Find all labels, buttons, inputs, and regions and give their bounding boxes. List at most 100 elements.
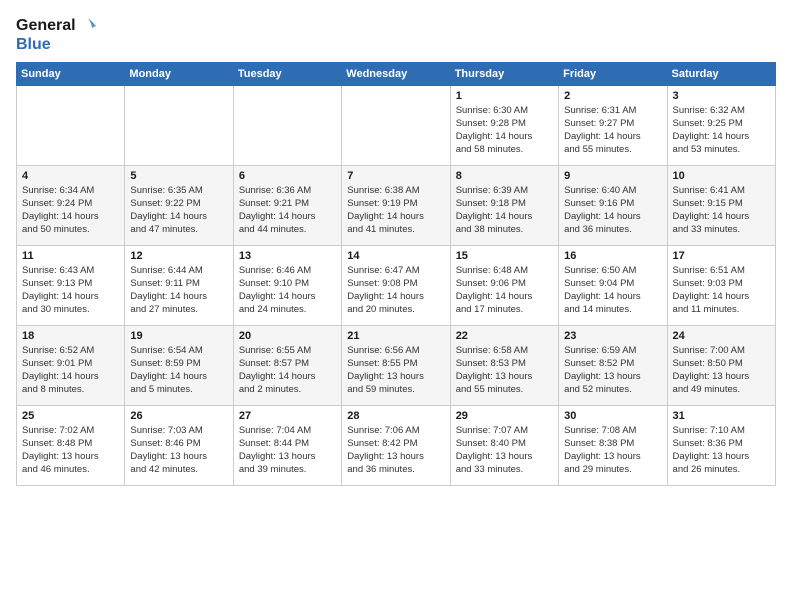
day-info: Sunrise: 6:43 AM Sunset: 9:13 PM Dayligh… [22, 264, 119, 317]
day-info: Sunrise: 6:48 AM Sunset: 9:06 PM Dayligh… [456, 264, 553, 317]
day-number: 6 [239, 170, 336, 182]
day-number: 17 [673, 250, 770, 262]
day-info: Sunrise: 6:32 AM Sunset: 9:25 PM Dayligh… [673, 104, 770, 157]
calendar-table: SundayMondayTuesdayWednesdayThursdayFrid… [16, 62, 776, 486]
day-number: 25 [22, 410, 119, 422]
calendar-cell: 20Sunrise: 6:55 AM Sunset: 8:57 PM Dayli… [233, 325, 341, 405]
day-info: Sunrise: 6:31 AM Sunset: 9:27 PM Dayligh… [564, 104, 661, 157]
day-number: 11 [22, 250, 119, 262]
weekday-header-thursday: Thursday [450, 62, 558, 85]
calendar-week-3: 11 Sunrise: 6:43 AM Sunset: 9:13 PM Dayli… [17, 245, 776, 325]
day-number: 31 [673, 410, 770, 422]
logo-blue: Blue [16, 36, 98, 54]
day-info: Sunrise: 7:00 AM Sunset: 8:50 PM Dayligh… [673, 344, 770, 397]
day-info: Sunrise: 7:06 AM Sunset: 8:42 PM Dayligh… [347, 424, 444, 477]
day-info: Sunrise: 6:38 AM Sunset: 9:19 PM Dayligh… [347, 184, 444, 237]
weekday-header-sunday: Sunday [17, 62, 125, 85]
calendar-cell: 5Sunrise: 6:35 AM Sunset: 9:22 PM Daylig… [125, 165, 233, 245]
logo: General Blue [16, 16, 98, 54]
day-number: 30 [564, 410, 661, 422]
day-info: Sunrise: 7:07 AM Sunset: 8:40 PM Dayligh… [456, 424, 553, 477]
calendar-cell: 11 Sunrise: 6:43 AM Sunset: 9:13 PM Dayli… [17, 245, 125, 325]
calendar-cell: 21 Sunrise: 6:56 AM Sunset: 8:55 PM Dayli… [342, 325, 450, 405]
calendar-cell: 26 Sunrise: 7:03 AM Sunset: 8:46 PM Dayli… [125, 405, 233, 485]
calendar-week-2: 4 Sunrise: 6:34 AM Sunset: 9:24 PM Daylig… [17, 165, 776, 245]
calendar-cell: 12Sunrise: 6:44 AM Sunset: 9:11 PM Dayli… [125, 245, 233, 325]
calendar-cell: 16 Sunrise: 6:50 AM Sunset: 9:04 PM Dayli… [559, 245, 667, 325]
day-number: 5 [130, 170, 227, 182]
calendar-cell: 17 Sunrise: 6:51 AM Sunset: 9:03 PM Dayli… [667, 245, 775, 325]
calendar-cell: 1Sunrise: 6:30 AM Sunset: 9:28 PM Daylig… [450, 85, 558, 165]
day-number: 2 [564, 90, 661, 102]
day-number: 9 [564, 170, 661, 182]
day-info: Sunrise: 6:39 AM Sunset: 9:18 PM Dayligh… [456, 184, 553, 237]
calendar-cell [233, 85, 341, 165]
day-number: 7 [347, 170, 444, 182]
day-number: 10 [673, 170, 770, 182]
day-number: 14 [347, 250, 444, 262]
day-info: Sunrise: 7:02 AM Sunset: 8:48 PM Dayligh… [22, 424, 119, 477]
day-info: Sunrise: 6:50 AM Sunset: 9:04 PM Dayligh… [564, 264, 661, 317]
day-number: 16 [564, 250, 661, 262]
weekday-header-tuesday: Tuesday [233, 62, 341, 85]
calendar-cell: 15 Sunrise: 6:48 AM Sunset: 9:06 PM Dayli… [450, 245, 558, 325]
day-number: 29 [456, 410, 553, 422]
calendar-cell: 18Sunrise: 6:52 AM Sunset: 9:01 PM Dayli… [17, 325, 125, 405]
day-number: 28 [347, 410, 444, 422]
day-number: 20 [239, 330, 336, 342]
calendar-cell: 22Sunrise: 6:58 AM Sunset: 8:53 PM Dayli… [450, 325, 558, 405]
weekday-header-row: SundayMondayTuesdayWednesdayThursdayFrid… [17, 62, 776, 85]
day-info: Sunrise: 6:36 AM Sunset: 9:21 PM Dayligh… [239, 184, 336, 237]
weekday-header-wednesday: Wednesday [342, 62, 450, 85]
day-info: Sunrise: 6:44 AM Sunset: 9:11 PM Dayligh… [130, 264, 227, 317]
weekday-header-monday: Monday [125, 62, 233, 85]
day-info: Sunrise: 6:51 AM Sunset: 9:03 PM Dayligh… [673, 264, 770, 317]
day-info: Sunrise: 6:46 AM Sunset: 9:10 PM Dayligh… [239, 264, 336, 317]
header: General Blue [16, 16, 776, 54]
calendar-cell: 10 Sunrise: 6:41 AM Sunset: 9:15 PM Dayli… [667, 165, 775, 245]
calendar-cell: 19Sunrise: 6:54 AM Sunset: 8:59 PM Dayli… [125, 325, 233, 405]
calendar-cell: 14 Sunrise: 6:47 AM Sunset: 9:08 PM Dayli… [342, 245, 450, 325]
calendar-cell: 23Sunrise: 6:59 AM Sunset: 8:52 PM Dayli… [559, 325, 667, 405]
day-number: 15 [456, 250, 553, 262]
calendar-week-4: 18Sunrise: 6:52 AM Sunset: 9:01 PM Dayli… [17, 325, 776, 405]
day-number: 3 [673, 90, 770, 102]
calendar-cell [17, 85, 125, 165]
calendar-cell: 30 Sunrise: 7:08 AM Sunset: 8:38 PM Dayli… [559, 405, 667, 485]
day-info: Sunrise: 7:08 AM Sunset: 8:38 PM Dayligh… [564, 424, 661, 477]
day-number: 19 [130, 330, 227, 342]
day-info: Sunrise: 6:30 AM Sunset: 9:28 PM Dayligh… [456, 104, 553, 157]
calendar-cell: 31Sunrise: 7:10 AM Sunset: 8:36 PM Dayli… [667, 405, 775, 485]
day-info: Sunrise: 6:56 AM Sunset: 8:55 PM Dayligh… [347, 344, 444, 397]
day-info: Sunrise: 6:47 AM Sunset: 9:08 PM Dayligh… [347, 264, 444, 317]
day-number: 18 [22, 330, 119, 342]
day-number: 23 [564, 330, 661, 342]
logo-container: General Blue [16, 16, 98, 54]
calendar-cell: 25 Sunrise: 7:02 AM Sunset: 8:48 PM Dayli… [17, 405, 125, 485]
calendar-week-5: 25 Sunrise: 7:02 AM Sunset: 8:48 PM Dayli… [17, 405, 776, 485]
day-info: Sunrise: 6:34 AM Sunset: 9:24 PM Dayligh… [22, 184, 119, 237]
day-number: 27 [239, 410, 336, 422]
day-number: 4 [22, 170, 119, 182]
logo-bird-icon [78, 16, 98, 36]
calendar-cell: 6 Sunrise: 6:36 AM Sunset: 9:21 PM Daylig… [233, 165, 341, 245]
weekday-header-saturday: Saturday [667, 62, 775, 85]
calendar-cell: 28 Sunrise: 7:06 AM Sunset: 8:42 PM Dayli… [342, 405, 450, 485]
day-number: 13 [239, 250, 336, 262]
logo-general: General [16, 17, 76, 35]
day-number: 26 [130, 410, 227, 422]
calendar-week-1: 1Sunrise: 6:30 AM Sunset: 9:28 PM Daylig… [17, 85, 776, 165]
day-number: 8 [456, 170, 553, 182]
calendar-cell [342, 85, 450, 165]
calendar-cell: 9Sunrise: 6:40 AM Sunset: 9:16 PM Daylig… [559, 165, 667, 245]
calendar-cell: 13 Sunrise: 6:46 AM Sunset: 9:10 PM Dayli… [233, 245, 341, 325]
weekday-header-friday: Friday [559, 62, 667, 85]
day-info: Sunrise: 7:03 AM Sunset: 8:46 PM Dayligh… [130, 424, 227, 477]
calendar-cell: 4 Sunrise: 6:34 AM Sunset: 9:24 PM Daylig… [17, 165, 125, 245]
day-info: Sunrise: 6:41 AM Sunset: 9:15 PM Dayligh… [673, 184, 770, 237]
calendar-cell: 3 Sunrise: 6:32 AM Sunset: 9:25 PM Daylig… [667, 85, 775, 165]
calendar-cell: 7 Sunrise: 6:38 AM Sunset: 9:19 PM Daylig… [342, 165, 450, 245]
day-info: Sunrise: 6:58 AM Sunset: 8:53 PM Dayligh… [456, 344, 553, 397]
calendar-cell: 27Sunrise: 7:04 AM Sunset: 8:44 PM Dayli… [233, 405, 341, 485]
day-number: 21 [347, 330, 444, 342]
